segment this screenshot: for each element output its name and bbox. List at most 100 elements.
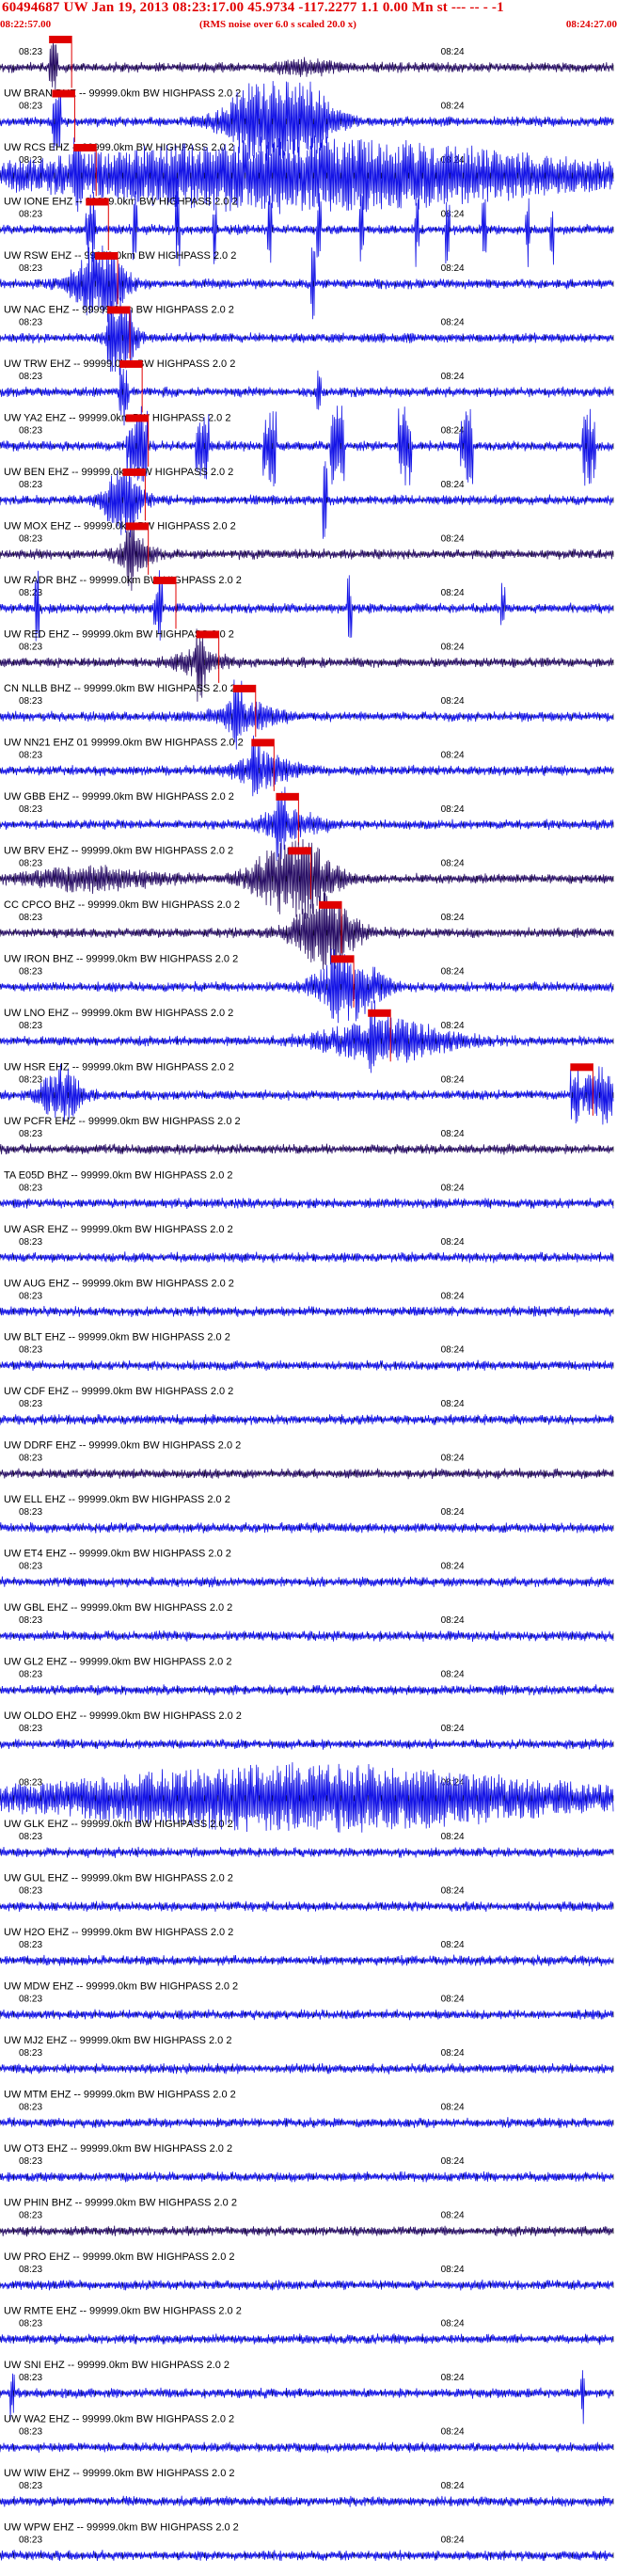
time-tick-label: 08:23 (19, 263, 42, 274)
trace-row: UW OT3 EHZ -- 99999.0km BW HIGHPASS 2.0 … (0, 2143, 614, 2183)
trace-row: UW GUL EHZ -- 99999.0km BW HIGHPASS 2.0 … (0, 1873, 614, 1913)
trace-row: UW ELL EHZ -- 99999.0km BW HIGHPASS 2.0 … (0, 1494, 614, 1534)
station-label: UW GL2 EHZ -- 99999.0km BW HIGHPASS 2.0 … (4, 1657, 231, 1668)
time-tick-label: 08:24 (441, 858, 465, 868)
station-label: UW GBB EHZ -- 99999.0km BW HIGHPASS 2.0 … (4, 791, 234, 803)
time-tick-label: 08:23 (19, 2373, 42, 2383)
trace-row: UW H2O EHZ -- 99999.0km BW HIGHPASS 2.0 … (0, 1927, 614, 1966)
time-tick-label: 08:23 (19, 1183, 42, 1193)
time-tick-label: 08:23 (19, 1399, 42, 1409)
time-tick-label: 08:24 (441, 1074, 465, 1085)
waveform-line (0, 1305, 614, 1317)
station-label: UW GBL EHZ -- 99999.0km BW HIGHPASS 2.0 … (4, 1602, 232, 1614)
station-label: UW RMTE EHZ -- 99999.0km BW HIGHPASS 2.0… (4, 2306, 242, 2317)
time-tick-label: 08:24 (441, 1291, 465, 1301)
station-label: UW BLT EHZ -- 99999.0km BW HIGHPASS 2.0 … (4, 1332, 230, 1344)
time-tick-label: 08:23 (19, 209, 42, 219)
station-label: UW HSR EHZ -- 99999.0km BW HIGHPASS 2.0 … (4, 1061, 234, 1073)
time-tick-label: 08:23 (19, 1507, 42, 1518)
station-label: UW DDRF EHZ -- 99999.0km BW HIGHPASS 2.0… (4, 1440, 241, 1452)
time-tick-label: 08:23 (19, 1670, 42, 1680)
waveform-line (0, 1360, 614, 1372)
time-tick-label: 08:24 (441, 2536, 465, 2546)
start-time-label: 08:22:57.00 (0, 19, 52, 30)
time-tick-label: 08:23 (19, 2427, 42, 2438)
trace-row: UW PHIN BHZ -- 99999.0km BW HIGHPASS 2.0… (0, 2198, 614, 2237)
pick-flag (107, 306, 131, 314)
time-tick-label: 08:23 (19, 2103, 42, 2113)
time-tick-label: 08:23 (19, 642, 42, 652)
station-label: UW LNO EHZ -- 99999.0km BW HIGHPASS 2.0 … (4, 1008, 233, 1019)
pick-flag (119, 359, 143, 368)
end-time-label: 08:24:27.00 (565, 19, 617, 30)
station-label: UW OLDO EHZ -- 99999.0km BW HIGHPASS 2.0… (4, 1710, 242, 1722)
time-tick-label: 08:23 (19, 2048, 42, 2059)
waveform-line (0, 1630, 614, 1643)
pick-flag (95, 251, 119, 260)
time-tick-label: 08:24 (441, 1940, 465, 1950)
station-label: UW IRON BHZ -- 99999.0km BW HIGHPASS 2.0… (4, 953, 238, 964)
time-tick-label: 08:24 (441, 1021, 465, 1031)
time-tick-label: 08:23 (19, 1832, 42, 1842)
waveform-line (0, 1468, 614, 1480)
waveform-line (0, 1684, 614, 1696)
station-label: UW MJ2 EHZ -- 99999.0km BW HIGHPASS 2.0 … (4, 2035, 231, 2046)
time-tick-label: 08:24 (441, 372, 465, 382)
waveform-line (0, 1576, 614, 1588)
time-tick-label: 08:23 (19, 1454, 42, 1464)
pick-flag (122, 468, 146, 476)
time-tick-label: 08:23 (19, 1237, 42, 1248)
station-label: UW H2O EHZ -- 99999.0km BW HIGHPASS 2.0 … (4, 1927, 233, 1938)
time-tick-label: 08:23 (19, 1615, 42, 1626)
trace-row: UW MJ2 EHZ -- 99999.0km BW HIGHPASS 2.0 … (0, 2035, 614, 2075)
time-tick-label: 08:23 (19, 1886, 42, 1897)
station-label: UW WPW EHZ -- 99999.0km BW HIGHPASS 2.0 … (4, 2522, 239, 2534)
pick-flag (331, 955, 355, 963)
station-label: UW OT3 EHZ -- 99999.0km BW HIGHPASS 2.0 … (4, 2143, 232, 2155)
pick-flag (570, 1063, 593, 1072)
time-tick-label: 08:23 (19, 47, 42, 57)
time-tick-label: 08:23 (19, 804, 42, 815)
trace-row: UW AUG EHZ -- 99999.0km BW HIGHPASS 2.0 … (0, 1278, 614, 1317)
time-tick-label: 08:24 (441, 1886, 465, 1897)
time-tick-label: 08:23 (19, 750, 42, 760)
pick-flag (153, 576, 176, 584)
station-label: UW CDF EHZ -- 99999.0km BW HIGHPASS 2.0 … (4, 1386, 233, 1397)
time-tick-label: 08:24 (441, 1832, 465, 1842)
waveform-line (0, 2333, 614, 2345)
pick-flag (288, 847, 311, 855)
station-label: UW BRAN BHZ -- 99999.0km BW HIGHPASS 2.0… (4, 87, 241, 99)
time-tick-label: 08:23 (19, 1074, 42, 1085)
waveform-line (0, 2171, 614, 2183)
waveform-line (0, 2279, 614, 2291)
time-tick-label: 08:23 (19, 913, 42, 923)
time-tick-label: 08:23 (19, 2156, 42, 2167)
trace-row: UW ASR EHZ -- 99999.0km BW HIGHPASS 2.0 … (0, 1224, 614, 1264)
station-label: UW MOX EHZ -- 99999.0km BW HIGHPASS 2.0 … (4, 520, 236, 532)
waveform-line (0, 1846, 614, 1858)
time-tick-label: 08:24 (441, 1995, 465, 2005)
station-label: UW MDW EHZ -- 99999.0km BW HIGHPASS 2.0 … (4, 1981, 238, 1993)
station-label: UW RADR BHZ -- 99999.0km BW HIGHPASS 2.0… (4, 575, 242, 586)
waveform-line (0, 2441, 614, 2454)
trace-row: UW RMTE EHZ -- 99999.0km BW HIGHPASS 2.0… (0, 2306, 614, 2345)
time-tick-label: 08:24 (441, 966, 465, 977)
station-label: UW GLK EHZ -- 99999.0km BW HIGHPASS 2.0 … (4, 1819, 233, 1830)
station-label: UW BEN EHZ -- 99999.0km BW HIGHPASS 2.0 … (4, 467, 233, 478)
time-tick-label: 08:23 (19, 966, 42, 977)
pick-flag (368, 1009, 391, 1017)
time-tick-label: 08:23 (19, 425, 42, 436)
waveform-line (0, 1251, 614, 1264)
trace-row: UW MDW EHZ -- 99999.0km BW HIGHPASS 2.0 … (0, 1981, 614, 2021)
trace-row: UW GL2 EHZ -- 99999.0km BW HIGHPASS 2.0 … (0, 1657, 614, 1696)
time-tick-label: 08:24 (441, 642, 465, 652)
pick-flag (73, 143, 97, 151)
event-title: 60494687 UW Jan 19, 2013 08:23:17.00 45.… (2, 0, 504, 15)
station-label: TA E05D BHZ -- 99999.0km BW HIGHPASS 2.0… (4, 1169, 233, 1181)
waveform-line (0, 2495, 614, 2507)
time-tick-label: 08:24 (441, 1345, 465, 1356)
waveform-line (0, 2550, 614, 2562)
time-tick-label: 08:23 (19, 1291, 42, 1301)
plot-header: 60494687 UW Jan 19, 2013 08:23:17.00 45.… (0, 0, 617, 34)
waveform-line (0, 1954, 614, 1966)
